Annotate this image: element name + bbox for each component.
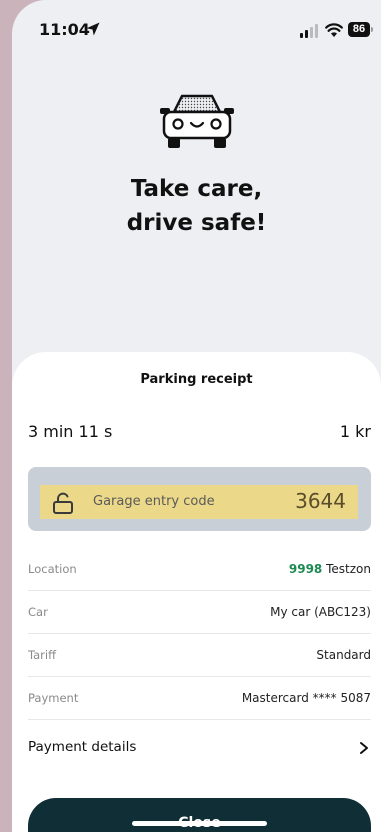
tariff-row: Tariff Standard [28, 634, 371, 677]
payment-details-label: Payment details [28, 739, 137, 755]
parking-duration: 3 min 11 s [28, 422, 113, 441]
chevron-right-icon [360, 742, 368, 754]
zone-code: 9998 [288, 562, 323, 576]
location-label: Location [28, 562, 77, 576]
location-arrow-icon [86, 22, 100, 36]
status-bar: 11:04 86 [12, 0, 381, 60]
location-value: 9998 Testzon [289, 562, 371, 576]
receipt-title: Parking receipt [140, 372, 253, 387]
tariff-label: Tariff [28, 648, 57, 662]
parking-amount: 1 kr [339, 422, 371, 441]
tariff-value: Standard [316, 648, 371, 662]
unlock-icon [53, 492, 73, 514]
car-icon [160, 94, 234, 148]
car-row: Car My car (ABC123) [28, 591, 371, 634]
battery-icon: 86 [348, 22, 374, 38]
headline: Take care, drive safe! [12, 172, 381, 240]
payment-row: Payment Mastercard **** 5087 [28, 677, 371, 720]
zone-name: Testzon [326, 562, 371, 576]
payment-value: Mastercard **** 5087 [241, 691, 371, 705]
entry-code-value: 3644 [295, 489, 346, 513]
car-value: My car (ABC123) [270, 605, 371, 619]
payment-label: Payment [28, 691, 79, 705]
payment-details-link[interactable]: Payment details [28, 739, 371, 763]
close-button[interactable]: Close [28, 798, 371, 832]
headline-line-1: Take care, [130, 176, 263, 202]
home-indicator [132, 821, 267, 826]
entry-code-highlight: Garage entry code 3644 [40, 485, 358, 519]
car-label: Car [28, 605, 48, 619]
receipt-sheet: Parking receipt 3 min 11 s 1 kr Garage e… [12, 352, 381, 832]
signal-icon [300, 24, 318, 38]
wifi-icon [325, 23, 343, 37]
app-screen: 11:04 86 Take care, drive safe! Parking … [12, 0, 381, 832]
battery-level: 86 [348, 22, 370, 37]
entry-code-card: Garage entry code 3644 [28, 467, 371, 531]
receipt-rows: Location 9998 Testzon Car My car (ABC123… [28, 548, 371, 720]
headline-line-2: drive safe! [126, 210, 267, 236]
entry-code-label: Garage entry code [93, 494, 215, 509]
location-row: Location 9998 Testzon [28, 548, 371, 591]
status-time: 11:04 [39, 20, 90, 39]
